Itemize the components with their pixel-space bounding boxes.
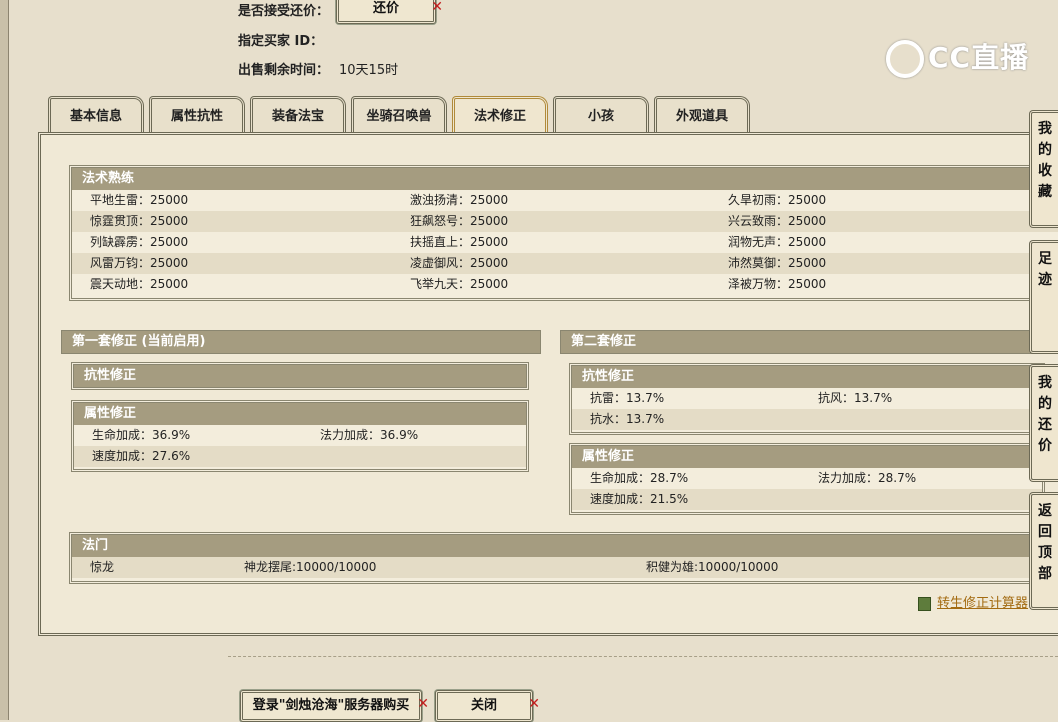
tab-spell-correction[interactable]: 法术修正 <box>452 96 548 133</box>
table-cell: 抗水：13.7% <box>590 412 665 426</box>
login-server-buy-label: 登录"剑烛沧海"服务器购买 <box>252 698 410 713</box>
table-cell: 兴云致雨：25000 <box>728 214 827 228</box>
table-cell: 平地生雷：25000 <box>90 193 189 207</box>
set2-resist-title: 抗性修正 <box>572 366 1042 388</box>
calculator-link-label: 转生修正计算器 <box>937 596 1029 611</box>
tab-attribute-resistance[interactable]: 属性抗性 <box>149 96 245 133</box>
time-remaining-row: 出售剩余时间： 10天15时 <box>238 59 398 78</box>
table-row: 列缺霹雳：25000 扶摇直上：25000 润物无声：25000 <box>72 232 1058 253</box>
table-row: 惊霆贯顶：25000 狂飙怒号：25000 兴云致雨：25000 <box>72 211 1058 232</box>
table-cell: 积健为雄:10000/10000 <box>646 560 779 574</box>
table-row: 惊龙 神龙摆尾:10000/10000 积健为雄:10000/10000 <box>72 557 1058 578</box>
table-row: 速度加成：27.6% <box>74 446 526 467</box>
table-cell: 沛然莫御：25000 <box>728 256 827 270</box>
table-row: 抗水：13.7% <box>572 409 1042 430</box>
table-row: 抗雷：13.7% 抗风：13.7% <box>572 388 1042 409</box>
set2-title: 第二套修正 <box>560 330 1058 354</box>
table-cell: 法力加成：36.9% <box>320 428 419 442</box>
close-label: 关闭 <box>470 698 497 713</box>
table-cell: 久旱初雨：25000 <box>728 193 827 207</box>
buyer-id-label: 指定买家 ID： <box>238 34 324 49</box>
set1-resist-title: 抗性修正 <box>74 365 526 387</box>
login-server-buy-button[interactable]: 登录"剑烛沧海"服务器购买 ✕ <box>240 690 429 722</box>
table-cell: 神龙摆尾:10000/10000 <box>244 560 377 574</box>
left-border <box>0 0 9 720</box>
table-row: 平地生雷：25000 激浊扬清：25000 久旱初雨：25000 <box>72 190 1058 211</box>
set2-attr-section: 属性修正 生命加成：28.7% 法力加成：28.7% 速度加成：21.5% <box>569 443 1045 515</box>
set1-title: 第一套修正 (当前启用) <box>61 330 541 354</box>
cc-live-logo: CC直播 <box>886 36 1029 78</box>
close-x-icon: ✕ <box>528 696 540 712</box>
close-x-icon: ✕ <box>431 0 443 15</box>
table-cell: 生命加成：36.9% <box>92 428 191 442</box>
cc-logo-icon <box>886 40 924 78</box>
rebirth-calculator-link[interactable]: 转生修正计算器 <box>918 592 1028 611</box>
table-cell: 抗雷：13.7% <box>590 391 665 405</box>
table-cell: 润物无声：25000 <box>728 235 827 249</box>
close-x-icon: ✕ <box>417 696 429 712</box>
tab-equipment[interactable]: 装备法宝 <box>250 96 346 133</box>
my-bargains-button[interactable]: 我的还价 <box>1029 364 1058 482</box>
table-cell: 惊龙 <box>90 560 115 574</box>
table-row: 生命加成：36.9% 法力加成：36.9% <box>74 425 526 446</box>
back-to-top-button[interactable]: 返回顶部 <box>1029 492 1058 610</box>
table-cell: 泽被万物：25000 <box>728 277 827 291</box>
set1-attr-section: 属性修正 生命加成：36.9% 法力加成：36.9% 速度加成：27.6% <box>71 400 529 472</box>
table-cell: 生命加成：28.7% <box>590 471 689 485</box>
table-cell: 法力加成：28.7% <box>818 471 917 485</box>
spell-mastery-title: 法术熟练 <box>72 168 1058 190</box>
counter-offer-button[interactable]: 还价 ✕ <box>336 0 443 24</box>
famen-section: 法门 惊龙 神龙摆尾:10000/10000 积健为雄:10000/10000 <box>69 532 1058 584</box>
set1-attr-title: 属性修正 <box>74 403 526 425</box>
tab-appearance[interactable]: 外观道具 <box>654 96 750 133</box>
my-favorites-button[interactable]: 我的收藏 <box>1029 110 1058 228</box>
time-remaining-label: 出售剩余时间： <box>238 63 330 78</box>
footprint-button[interactable]: 足迹 <box>1029 240 1058 354</box>
tab-mount-summon[interactable]: 坐骑召唤兽 <box>351 96 447 133</box>
table-cell: 震天动地：25000 <box>90 277 189 291</box>
table-cell: 惊霆贯顶：25000 <box>90 214 189 228</box>
table-row: 震天动地：25000 飞举九天：25000 泽被万物：25000 <box>72 274 1058 295</box>
time-remaining-value: 10天15时 <box>339 63 399 78</box>
set1-resist-section: 抗性修正 <box>71 362 529 390</box>
calculator-icon <box>918 596 931 611</box>
accept-counter-label: 是否接受还价： <box>238 4 330 19</box>
logo-text: CC直播 <box>928 41 1030 74</box>
table-cell: 扶摇直上：25000 <box>410 235 509 249</box>
table-cell: 列缺霹雳：25000 <box>90 235 189 249</box>
counter-offer-label: 还价 <box>372 1 399 16</box>
table-cell: 凌虚御风：25000 <box>410 256 509 270</box>
table-cell: 激浊扬清：25000 <box>410 193 509 207</box>
table-row: 速度加成：21.5% <box>572 489 1042 510</box>
table-cell: 风雷万钧：25000 <box>90 256 189 270</box>
table-cell: 飞举九天：25000 <box>410 277 509 291</box>
dashed-divider <box>228 656 1058 657</box>
table-row: 生命加成：28.7% 法力加成：28.7% <box>572 468 1042 489</box>
set2-resist-section: 抗性修正 抗雷：13.7% 抗风：13.7% 抗水：13.7% <box>569 363 1045 435</box>
set2-attr-title: 属性修正 <box>572 446 1042 468</box>
tab-basic-info[interactable]: 基本信息 <box>48 96 144 133</box>
table-cell: 抗风：13.7% <box>818 391 893 405</box>
table-cell: 速度加成：27.6% <box>92 449 191 463</box>
table-cell: 速度加成：21.5% <box>590 492 689 506</box>
table-cell: 狂飙怒号：25000 <box>410 214 509 228</box>
famen-title: 法门 <box>72 535 1058 557</box>
table-row: 风雷万钧：25000 凌虚御风：25000 沛然莫御：25000 <box>72 253 1058 274</box>
spell-mastery-section: 法术熟练 平地生雷：25000 激浊扬清：25000 久旱初雨：25000 惊霆贯顶… <box>69 165 1058 301</box>
tab-child[interactable]: 小孩 <box>553 96 649 133</box>
close-button[interactable]: 关闭 ✕ <box>435 690 540 722</box>
main-panel: 法术熟练 平地生雷：25000 激浊扬清：25000 久旱初雨：25000 惊霆贯顶… <box>38 132 1058 636</box>
